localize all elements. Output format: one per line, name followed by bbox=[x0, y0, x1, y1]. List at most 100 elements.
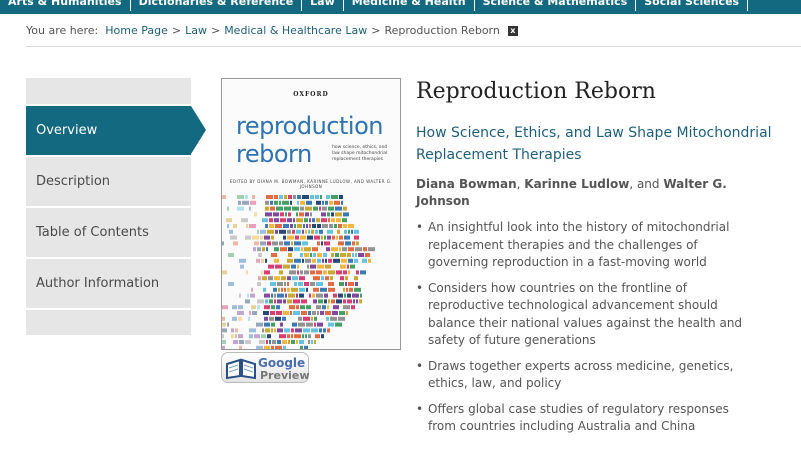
breadcrumb-law-link[interactable]: Law bbox=[185, 24, 207, 37]
dna-dash bbox=[287, 258, 293, 263]
dna-dash bbox=[297, 270, 299, 275]
breadcrumb-separator: > bbox=[171, 24, 182, 37]
dna-dash bbox=[344, 235, 350, 240]
dna-dash bbox=[355, 253, 357, 257]
dna-dash bbox=[276, 305, 280, 310]
dna-dash bbox=[339, 311, 345, 315]
dna-dash bbox=[300, 270, 303, 275]
dna-dash bbox=[335, 212, 342, 217]
breadcrumb-medical-law-link[interactable]: Medical & Healthcare Law bbox=[224, 24, 367, 37]
dna-dash bbox=[327, 235, 331, 240]
dna-dash bbox=[277, 293, 284, 298]
dna-dash bbox=[317, 241, 320, 246]
dna-dash bbox=[242, 200, 249, 205]
dna-dash bbox=[257, 229, 259, 234]
top-nav-item-dictionaries[interactable]: Dictionaries & Reference bbox=[131, 0, 303, 11]
dna-dash bbox=[257, 282, 261, 286]
dna-dash bbox=[331, 253, 334, 257]
top-nav-item-law[interactable]: Law bbox=[302, 0, 344, 11]
cover-title-line1: reproduction bbox=[236, 112, 383, 140]
google-preview-button[interactable]: Google Preview bbox=[221, 352, 310, 383]
dna-dash bbox=[274, 247, 279, 252]
dna-dash bbox=[274, 299, 276, 304]
dna-dash bbox=[297, 195, 301, 199]
dna-dash bbox=[297, 224, 302, 228]
dna-dash bbox=[233, 241, 238, 246]
dna-dash bbox=[247, 293, 249, 298]
side-nav-item-table-of-contents[interactable]: Table of Contents bbox=[26, 208, 191, 257]
top-nav-item-arts[interactable]: Arts & Humanities bbox=[0, 0, 131, 11]
dna-dash bbox=[289, 305, 295, 310]
dna-dash bbox=[335, 322, 342, 327]
dna-dash bbox=[309, 293, 311, 298]
dna-dash bbox=[348, 247, 354, 252]
dna-dash bbox=[320, 311, 324, 315]
dna-dash bbox=[328, 282, 334, 286]
dna-dash bbox=[227, 224, 229, 228]
dna-dash bbox=[264, 235, 270, 240]
dna-dash bbox=[339, 235, 343, 240]
dna-dash bbox=[301, 311, 307, 315]
dna-dash bbox=[298, 282, 303, 286]
dna-dash bbox=[274, 276, 280, 281]
dna-dash bbox=[323, 253, 327, 257]
dna-dash bbox=[222, 241, 224, 246]
dna-dash bbox=[263, 287, 266, 292]
dna-dash bbox=[324, 235, 326, 240]
dna-dash bbox=[338, 224, 342, 228]
side-nav-item-description[interactable]: Description bbox=[26, 157, 191, 206]
side-nav-item-overview[interactable]: Overview bbox=[26, 106, 206, 155]
dna-dash bbox=[265, 200, 269, 205]
dna-dash bbox=[275, 224, 282, 228]
dna-dash bbox=[317, 253, 322, 257]
dna-dash bbox=[296, 305, 299, 310]
top-nav-item-medicine[interactable]: Medicine & Health bbox=[344, 0, 475, 11]
dna-dash bbox=[279, 241, 283, 246]
dna-dash bbox=[251, 287, 253, 292]
dna-dash bbox=[322, 224, 328, 228]
dna-dash bbox=[287, 334, 290, 339]
dna-dash bbox=[305, 258, 311, 263]
dna-dash bbox=[249, 206, 251, 211]
dna-dash bbox=[226, 218, 232, 223]
dna-dash bbox=[300, 200, 305, 205]
dna-dash bbox=[222, 270, 227, 275]
dna-dash bbox=[261, 334, 266, 339]
breadcrumb-home-link[interactable]: Home Page bbox=[105, 24, 168, 37]
dna-dash bbox=[252, 311, 257, 315]
dna-dash bbox=[279, 229, 286, 234]
dna-dash bbox=[356, 299, 358, 304]
dna-dash bbox=[305, 229, 307, 234]
dna-dash bbox=[323, 270, 327, 275]
top-nav-items: Arts & Humanities Dictionaries & Referen… bbox=[0, 0, 749, 11]
dna-dash bbox=[347, 264, 349, 269]
dna-dash bbox=[238, 334, 243, 339]
dna-dash bbox=[228, 282, 234, 286]
dna-dash bbox=[251, 305, 256, 310]
dna-dash bbox=[282, 200, 289, 205]
dna-dash bbox=[359, 299, 362, 304]
dna-dash bbox=[331, 299, 335, 304]
side-nav-item-author-information[interactable]: Author Information bbox=[26, 259, 191, 308]
top-nav-item-social-sciences[interactable]: Social Sciences bbox=[636, 0, 749, 11]
dna-dash bbox=[295, 235, 299, 240]
dna-dash bbox=[327, 229, 333, 234]
dna-dash bbox=[222, 305, 228, 310]
dna-dash bbox=[254, 241, 259, 246]
top-nav-item-science[interactable]: Science & Mathematics bbox=[475, 0, 637, 11]
dna-dash bbox=[314, 235, 320, 240]
dna-dash bbox=[283, 235, 286, 240]
dna-dash bbox=[270, 200, 273, 205]
dna-dash bbox=[279, 195, 283, 199]
dna-dash bbox=[302, 229, 304, 234]
dna-dash bbox=[321, 218, 327, 223]
dna-dash bbox=[310, 212, 312, 217]
dna-dash bbox=[328, 287, 335, 292]
dna-dash bbox=[265, 224, 268, 228]
dna-dash bbox=[283, 264, 290, 269]
close-icon[interactable]: x bbox=[507, 25, 518, 36]
dna-dash bbox=[300, 253, 303, 257]
dna-dash bbox=[252, 235, 259, 240]
dna-dash bbox=[351, 229, 353, 234]
dna-dash bbox=[280, 247, 287, 252]
